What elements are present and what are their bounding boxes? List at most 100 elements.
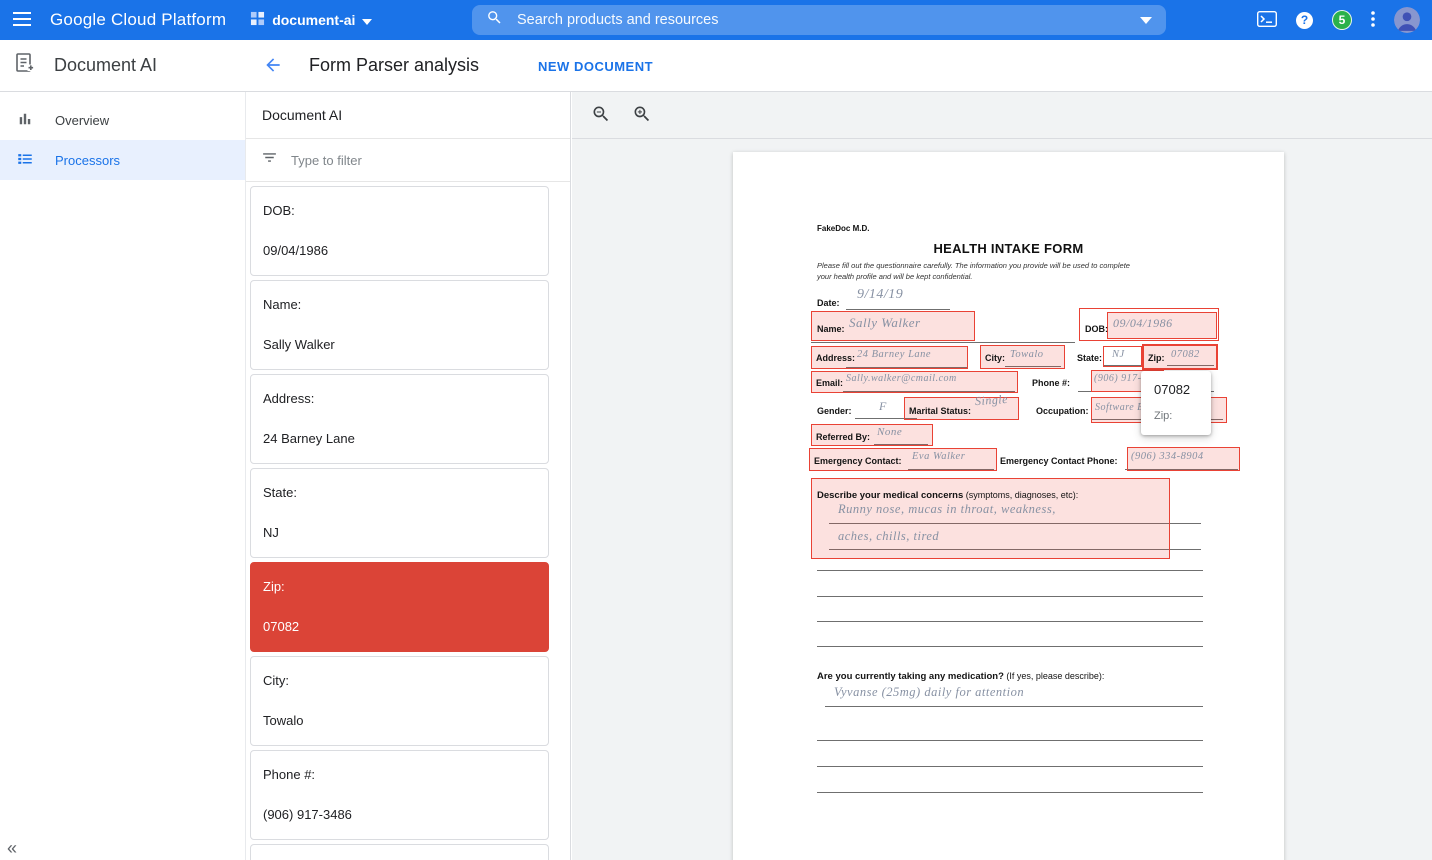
field-card-phone[interactable]: Phone #: (906) 917-3486	[250, 750, 549, 840]
field-card-list: DOB: 09/04/1986 Name: Sally Walker Addre…	[246, 182, 570, 860]
form-line	[817, 766, 1203, 767]
zoom-in-button[interactable]	[630, 103, 654, 127]
emergency-contact-label: Emergency Contact:	[814, 456, 902, 466]
sidebar-item-label: Processors	[55, 153, 120, 168]
app-title: Document AI	[54, 55, 157, 76]
tooltip-label: Zip:	[1154, 410, 1198, 422]
search-bar[interactable]	[472, 5, 1166, 35]
form-line	[817, 740, 1203, 741]
search-input[interactable]	[517, 12, 1140, 28]
name-label: Name:	[817, 324, 845, 334]
field-card-partial[interactable]	[250, 844, 549, 860]
topbar-actions: ? 5	[1257, 0, 1432, 40]
concerns-label: Describe your medical concerns (symptoms…	[817, 485, 1078, 503]
tooltip-value: 07082	[1154, 382, 1198, 397]
collapse-sidebar-icon[interactable]: «	[7, 838, 17, 859]
zoom-in-icon	[632, 112, 652, 127]
sidebar-item-label: Overview	[55, 113, 109, 128]
search-icon	[486, 9, 503, 31]
avatar[interactable]	[1394, 7, 1420, 33]
chevron-down-icon	[362, 12, 372, 28]
form-title: HEALTH INTAKE FORM	[733, 241, 1284, 256]
zip-value: 07082	[1171, 349, 1200, 360]
page-title: Form Parser analysis	[309, 55, 479, 76]
gender-value: F	[879, 399, 887, 414]
cloud-shell-button[interactable]	[1257, 11, 1277, 30]
emergency-phone-value: (906) 334-8904	[1131, 451, 1204, 462]
date-value: 9/14/19	[857, 287, 903, 303]
entity-tooltip: 07082 Zip:	[1141, 371, 1211, 435]
document-page[interactable]: FakeDoc M.D. HEALTH INTAKE FORM Please f…	[733, 152, 1284, 860]
field-card-name[interactable]: Name: Sally Walker	[250, 280, 549, 370]
hamburger-icon	[13, 12, 31, 29]
date-label: Date:	[817, 298, 840, 308]
form-line	[811, 342, 1075, 343]
referred-by-label: Referred By:	[816, 432, 870, 442]
form-line	[846, 309, 950, 310]
form-instructions-line2: your health profile and will be kept con…	[817, 272, 973, 281]
sidebar-item-overview[interactable]: Overview	[0, 100, 245, 140]
phone-label: Phone #:	[1032, 378, 1070, 388]
processors-list-icon	[16, 150, 34, 171]
emergency-phone-label: Emergency Contact Phone:	[1000, 456, 1118, 466]
entities-panel: Document AI DOB: 09/04/1986 Name: Sally …	[246, 92, 571, 860]
clinic-name: FakeDoc M.D.	[817, 224, 869, 233]
concerns-value-line2: aches, chills, tired	[838, 529, 939, 544]
field-card-zip-selected[interactable]: Zip: 07082	[250, 562, 549, 652]
city-label: City:	[985, 353, 1005, 363]
cloud-shell-icon	[1257, 11, 1277, 30]
viewer-toolbar	[572, 92, 1432, 139]
help-button[interactable]: ?	[1296, 12, 1313, 29]
concerns-value-line1: Runny nose, mucas in throat, weakness,	[838, 502, 1056, 517]
state-label: State:	[1077, 353, 1102, 363]
occupation-label: Occupation:	[1036, 406, 1089, 416]
gender-label: Gender:	[817, 406, 852, 416]
field-card-city[interactable]: City: Towalo	[250, 656, 549, 746]
zoom-out-button[interactable]	[589, 103, 613, 127]
email-label: Email:	[816, 378, 843, 388]
notifications-badge[interactable]: 5	[1332, 10, 1352, 30]
marital-label: Marital Status:	[909, 406, 971, 416]
form-line	[825, 706, 1203, 707]
form-line	[817, 570, 1203, 571]
form-line	[817, 596, 1203, 597]
medication-value: Vyvanse (25mg) daily for attention	[834, 685, 1024, 700]
hamburger-menu-button[interactable]	[0, 0, 44, 40]
form-line	[817, 621, 1203, 622]
project-selector[interactable]: document-ai	[250, 11, 372, 29]
dob-label: DOB:	[1085, 324, 1108, 334]
overview-chart-icon	[16, 110, 34, 131]
field-card-state[interactable]: State: NJ	[250, 468, 549, 558]
app-brand: Document AI	[0, 40, 246, 91]
medication-label: Are you currently taking any medication?…	[817, 666, 1104, 684]
address-label: Address:	[816, 353, 855, 363]
state-value: NJ	[1112, 349, 1125, 360]
gcp-topbar: Google Cloud Platform document-ai ? 5	[0, 0, 1432, 40]
panel-title: Document AI	[246, 92, 570, 139]
field-card-dob[interactable]: DOB: 09/04/1986	[250, 186, 549, 276]
emergency-contact-value: Eva Walker	[912, 451, 965, 462]
help-icon: ?	[1296, 12, 1313, 29]
project-icon	[250, 11, 265, 29]
filter-row	[246, 139, 570, 182]
city-value: Towalo	[1010, 349, 1044, 360]
gcp-logo[interactable]: Google Cloud Platform	[50, 10, 226, 30]
app-header: Document AI Form Parser analysis NEW DOC…	[0, 40, 1432, 92]
zoom-out-icon	[591, 112, 611, 127]
sidebar-item-processors[interactable]: Processors	[0, 140, 245, 180]
search-expand-chevron-icon[interactable]	[1140, 11, 1152, 29]
form-line	[817, 646, 1203, 647]
form-line	[817, 792, 1203, 793]
email-value: Sally.walker@cmail.com	[846, 373, 957, 384]
filter-input[interactable]	[291, 153, 570, 168]
new-document-button[interactable]: NEW DOCUMENT	[538, 59, 653, 74]
dob-value: 09/04/1986	[1113, 316, 1173, 331]
back-button[interactable]	[260, 53, 286, 79]
more-options-button[interactable]	[1371, 11, 1375, 30]
form-instructions-line1: Please fill out the questionnaire carefu…	[817, 261, 1130, 270]
document-viewer: FakeDoc M.D. HEALTH INTAKE FORM Please f…	[572, 92, 1432, 860]
document-ai-logo-icon	[13, 51, 37, 80]
field-card-address[interactable]: Address: 24 Barney Lane	[250, 374, 549, 464]
left-nav: Overview Processors	[0, 92, 246, 860]
project-name: document-ai	[272, 12, 355, 28]
